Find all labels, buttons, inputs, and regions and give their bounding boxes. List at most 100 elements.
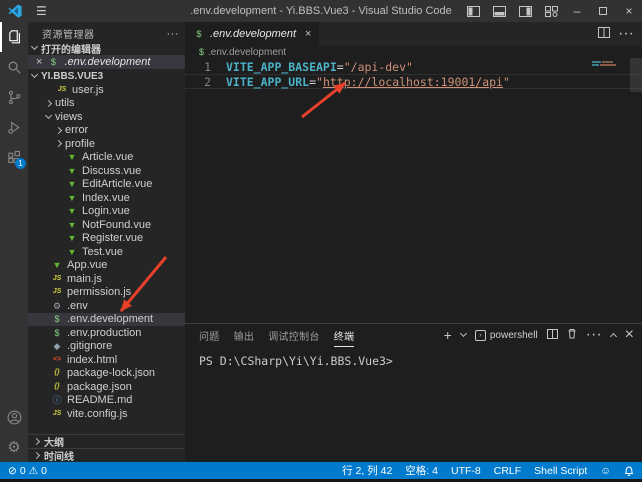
tree-item[interactable]: ▼Discuss.vue [28,164,185,178]
tree-item[interactable]: profile [28,137,185,151]
tree-item[interactable]: ▼NotFound.vue [28,218,185,232]
problems-status[interactable]: ⊘0 ⚠0 [8,465,47,477]
code-editor[interactable]: 1VITE_APP_BASEAPI="/api-dev" 2VITE_APP_U… [185,58,642,323]
panel-more-icon[interactable]: ··· [586,326,602,344]
split-editor-icon[interactable] [598,25,610,43]
close-button[interactable]: × [616,0,642,22]
toggle-sidebar-icon[interactable] [460,0,486,22]
close-editor-icon[interactable]: × [36,56,42,68]
js-file-icon: JS [51,409,63,419]
tree-item[interactable]: ▼ App.vue [28,259,185,273]
vue-file-icon: ▼ [66,193,78,203]
toggle-panel-icon[interactable] [486,0,512,22]
tree-item[interactable]: views [28,110,185,124]
file-tree: JSuser.jsutilsviewserrorprofile▼Article.… [28,83,185,434]
tree-item[interactable]: <>index.html [28,353,185,367]
split-terminal-icon[interactable] [547,326,558,344]
maximize-button[interactable] [590,0,616,22]
file-name: error [65,124,88,136]
tab-env-development[interactable]: $ .env.development × [185,22,319,46]
scrollbar-slider[interactable] [630,58,642,92]
powershell-icon: › [475,330,486,341]
tree-item[interactable]: JS user.js [28,83,185,97]
panel-tabs: 问题输出调试控制台终端 [199,324,354,347]
url-link[interactable]: http://localhost:19001/api [323,75,503,89]
vue-file-icon: ▼ [51,260,63,270]
indentation[interactable]: 空格: 4 [405,463,438,478]
folder-chevron-icon [55,127,62,134]
timeline-section[interactable]: 时间线 [28,448,185,462]
terminal[interactable]: PS D:\CSharp\Yi\Yi.BBS.Vue3> [185,346,642,462]
open-editor-item[interactable]: × $ .env.development [28,55,185,69]
vue-file-icon: ▼ [66,152,78,162]
tab-close-icon[interactable]: × [305,28,311,40]
tree-item[interactable]: ▼EditArticle.vue [28,178,185,192]
maximize-panel-icon[interactable] [610,333,617,340]
kill-terminal-icon[interactable] [567,326,577,344]
settings-gear-icon[interactable]: ⚙ [0,432,28,462]
account-icon[interactable] [0,402,28,432]
tree-item[interactable]: ▼ Article.vue [28,151,185,165]
tree-item[interactable]: $.env.development [28,313,185,327]
tree-item[interactable]: JSmain.js [28,272,185,286]
json-file-icon: {} [51,382,63,392]
notifications-bell-icon[interactable] [624,465,634,476]
file-name: Article.vue [82,151,133,163]
tree-item[interactable]: $.env.production [28,326,185,340]
toggle-secondary-sidebar-icon[interactable] [512,0,538,22]
close-panel-icon[interactable]: × [625,326,634,344]
tree-item[interactable]: ⓘREADME.md [28,394,185,408]
file-name: NotFound.vue [82,219,151,231]
extensions-icon[interactable]: 1 [0,142,28,172]
panel-tab[interactable]: 终端 [334,324,355,347]
project-root-section[interactable]: YI.BBS.VUE3 [28,69,185,83]
minimize-button[interactable]: – [564,0,590,22]
eol-sequence[interactable]: CRLF [494,465,521,477]
run-debug-icon[interactable] [0,112,28,142]
encoding[interactable]: UTF-8 [451,465,481,477]
new-terminal-icon[interactable]: + [444,327,452,343]
tree-item[interactable]: JSvite.config.js [28,407,185,421]
tree-item[interactable]: ▼Index.vue [28,191,185,205]
search-icon[interactable] [0,52,28,82]
tree-item[interactable]: ▼Test.vue [28,245,185,259]
tree-item[interactable]: utils [28,97,185,111]
shell-selector[interactable]: › powershell [475,330,538,341]
explorer-icon[interactable] [0,22,28,52]
panel-tab[interactable]: 输出 [234,324,255,347]
shell-file-icon: $ [193,29,205,39]
file-name: Discuss.vue [82,165,141,177]
tree-item[interactable]: ▼Login.vue [28,205,185,219]
customize-layout-icon[interactable] [538,0,564,22]
sidebar-more-icon[interactable]: ··· [167,28,180,40]
outline-section[interactable]: 大纲 [28,434,185,448]
panel-tab[interactable]: 问题 [199,324,220,347]
language-mode[interactable]: Shell Script [534,465,587,477]
tree-item[interactable]: ◆.gitignore [28,340,185,354]
terminal-dropdown-icon[interactable] [460,330,467,337]
minimap[interactable] [592,61,628,67]
open-editors-section[interactable]: 打开的编辑器 [28,41,185,55]
tree-item[interactable]: {}package.json [28,380,185,394]
js-file-icon: JS [56,85,68,95]
editor-more-icon[interactable]: ··· [618,25,634,43]
file-name: utils [55,97,75,109]
vue-file-icon: ▼ [66,233,78,243]
feedback-icon[interactable]: ☺ [600,465,611,477]
file-name: App.vue [67,259,107,271]
tree-item[interactable]: error [28,124,185,138]
panel-tab[interactable]: 调试控制台 [268,324,320,347]
shell-file-icon: $ [51,314,63,324]
tree-item[interactable]: ⚙.env [28,299,185,313]
cursor-position[interactable]: 行 2, 列 42 [342,463,392,478]
file-name: user.js [72,84,104,96]
tree-item[interactable]: JSpermission.js [28,286,185,300]
sidebar-title: 资源管理器 [42,26,95,41]
breadcrumb[interactable]: $ .env.development [185,46,642,58]
tree-item[interactable]: {}package-lock.json [28,367,185,381]
menu-icon[interactable]: ☰ [30,4,53,18]
source-control-icon[interactable] [0,82,28,112]
file-name: Register.vue [82,232,143,244]
tree-item[interactable]: ▼ Register.vue [28,232,185,246]
terminal-prompt: PS D:\CSharp\Yi\Yi.BBS.Vue3> [199,354,393,368]
